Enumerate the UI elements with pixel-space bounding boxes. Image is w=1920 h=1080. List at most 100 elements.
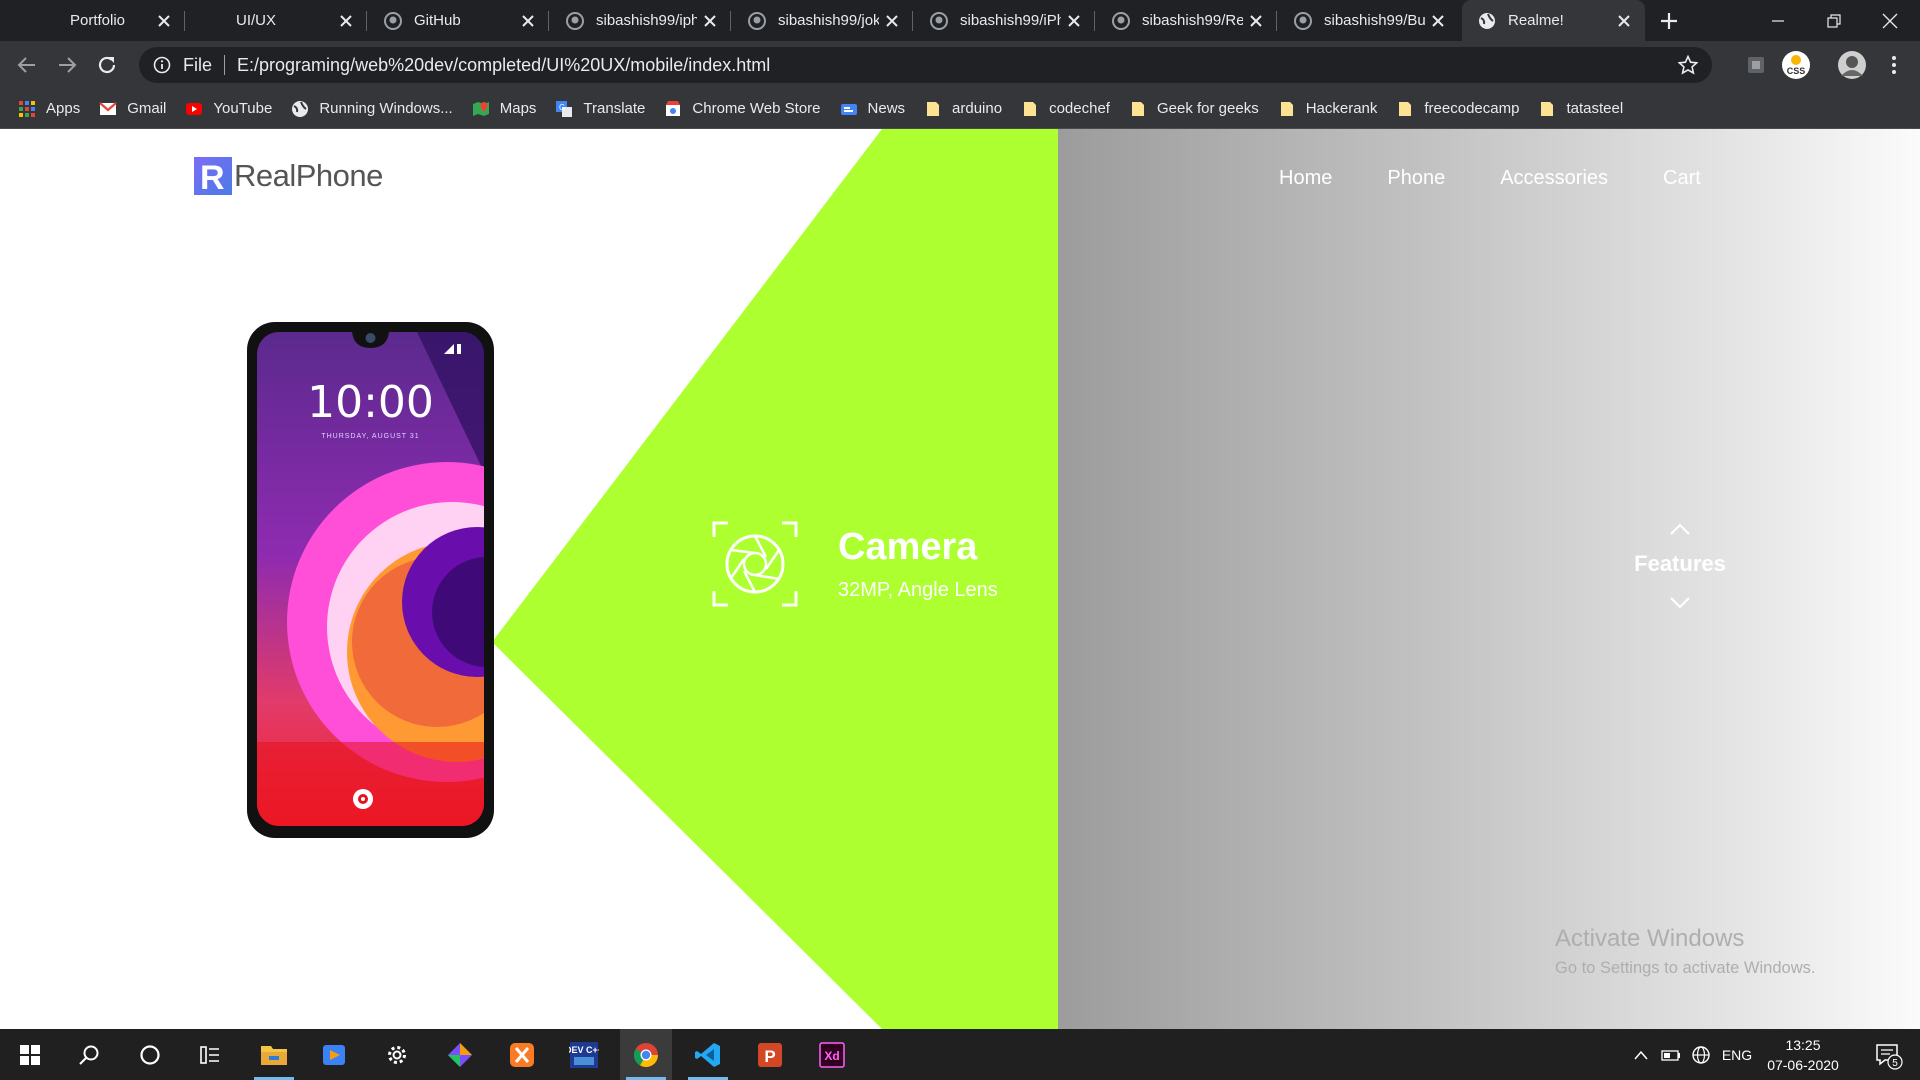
- bookmark-gmail[interactable]: Gmail: [99, 100, 166, 118]
- media-player-button[interactable]: [308, 1029, 360, 1080]
- bookmark-news[interactable]: News: [840, 100, 905, 118]
- gray-side-panel: [1058, 129, 1920, 1029]
- action-center-button[interactable]: 5: [1864, 1029, 1912, 1080]
- bookmark-youtube[interactable]: YouTube: [185, 100, 272, 118]
- chevron-up-icon[interactable]: [1668, 521, 1692, 537]
- bookmark-star-icon[interactable]: [1678, 55, 1698, 75]
- windows-taskbar: DEV C++ P Xd ENG 13:25 07-06-2020 5: [0, 1029, 1920, 1080]
- bookmark-running-windows[interactable]: Running Windows...: [291, 100, 453, 118]
- phone-clock: 10:00: [307, 377, 434, 428]
- folder-icon: [927, 101, 940, 116]
- css-badge-text: CSS: [1787, 66, 1806, 76]
- powerpoint-button[interactable]: P: [744, 1029, 796, 1080]
- close-icon[interactable]: [703, 14, 717, 28]
- clock-date: 07-06-2020: [1767, 1057, 1839, 1073]
- file-explorer-button[interactable]: [248, 1029, 300, 1080]
- github-icon: [930, 11, 948, 30]
- restore-icon: [1827, 13, 1841, 28]
- css-extension-button[interactable]: CSS: [1780, 49, 1812, 81]
- nav-phone-link[interactable]: Phone: [1387, 167, 1445, 190]
- language-indicator[interactable]: ENG: [1716, 1029, 1758, 1080]
- settings-button[interactable]: [371, 1029, 423, 1080]
- bookmark-label: arduino: [952, 100, 1003, 117]
- nav-home-link[interactable]: Home: [1279, 167, 1332, 190]
- bookmark-folder-arduino[interactable]: arduino: [924, 100, 1002, 118]
- bookmark-maps[interactable]: Maps: [472, 100, 537, 118]
- tab-repo-re[interactable]: sibashish99/Re: [1096, 0, 1277, 41]
- github-icon: [748, 11, 766, 30]
- bookmark-label: Hackerank: [1305, 100, 1378, 117]
- bookmark-label: tatasteel: [1566, 100, 1624, 117]
- tab-github[interactable]: GitHub: [368, 0, 549, 41]
- battery-button[interactable]: [1658, 1029, 1684, 1080]
- show-hidden-icons-button[interactable]: [1628, 1029, 1654, 1080]
- tab-repo-bu[interactable]: sibashish99/Bu: [1278, 0, 1459, 41]
- new-tab-icon[interactable]: [1656, 8, 1682, 34]
- close-icon[interactable]: [1431, 14, 1445, 28]
- bookmark-folder-codechef[interactable]: codechef: [1021, 100, 1110, 118]
- phone-image: 10:00 THURSDAY, AUGUST 31: [247, 322, 494, 838]
- close-icon[interactable]: [521, 14, 535, 28]
- reload-button[interactable]: [93, 51, 121, 79]
- close-icon[interactable]: [339, 14, 353, 28]
- bookmark-chrome-web-store[interactable]: Chrome Web Store: [664, 100, 821, 118]
- globe-icon: [1692, 1045, 1710, 1064]
- close-icon[interactable]: [1617, 14, 1631, 28]
- address-url[interactable]: E:/programing/web%20dev/completed/UI%20U…: [237, 55, 770, 76]
- tab-repo-iph2[interactable]: sibashish99/iPh: [914, 0, 1095, 41]
- extension-button[interactable]: [1740, 49, 1772, 81]
- bookmark-folder-geek-for-geeks[interactable]: Geek for geeks: [1129, 100, 1259, 118]
- xampp-button[interactable]: [496, 1029, 548, 1080]
- bookmark-apps[interactable]: Apps: [18, 100, 80, 118]
- forward-button[interactable]: [53, 51, 81, 79]
- git-client-button[interactable]: [434, 1029, 486, 1080]
- bookmark-folder-freecodecamp[interactable]: freecodecamp: [1396, 100, 1519, 118]
- bookmark-label: Maps: [499, 100, 537, 117]
- task-view-button[interactable]: [184, 1029, 236, 1080]
- windows-start-icon: [20, 1044, 40, 1065]
- back-button[interactable]: [13, 51, 41, 79]
- info-icon[interactable]: [153, 56, 171, 74]
- minimize-icon: [1772, 19, 1784, 22]
- nav-cart-link[interactable]: Cart: [1663, 167, 1701, 190]
- tab-label: Portfolio: [70, 12, 126, 29]
- bookmark-folder-tatasteel[interactable]: tatasteel: [1538, 100, 1623, 118]
- tab-portfolio[interactable]: Portfolio: [38, 0, 185, 41]
- adobe-xd-button[interactable]: Xd: [806, 1029, 858, 1080]
- xd-label: Xd: [824, 1049, 839, 1063]
- chevron-down-icon[interactable]: [1668, 595, 1692, 611]
- address-bar[interactable]: File E:/programing/web%20dev/completed/U…: [139, 47, 1712, 83]
- start-button[interactable]: [4, 1029, 56, 1080]
- search-button[interactable]: [63, 1029, 115, 1080]
- web-page: R RealPhone Home Phone Accessories Cart: [0, 129, 1920, 1029]
- devc-label: DEV C++: [569, 1045, 599, 1055]
- close-icon[interactable]: [1249, 14, 1263, 28]
- network-button[interactable]: [1688, 1029, 1714, 1080]
- close-icon[interactable]: [1067, 14, 1081, 28]
- nav-accessories-link[interactable]: Accessories: [1500, 167, 1608, 190]
- close-icon[interactable]: [885, 14, 899, 28]
- chrome-taskbar-button[interactable]: [620, 1029, 672, 1080]
- bookmark-folder-hackerank[interactable]: Hackerank: [1278, 100, 1378, 118]
- vscode-button[interactable]: [682, 1029, 734, 1080]
- features-switcher: Features: [1600, 521, 1760, 611]
- svg-text:G: G: [559, 103, 565, 112]
- system-clock[interactable]: 13:25 07-06-2020: [1755, 1035, 1851, 1075]
- features-label: Features: [1634, 551, 1726, 576]
- watermark-title: Activate Windows: [1555, 925, 1745, 952]
- close-icon[interactable]: [157, 14, 171, 28]
- restore-button[interactable]: [1806, 0, 1862, 41]
- site-logo[interactable]: R RealPhone: [194, 157, 383, 195]
- devc-button[interactable]: DEV C++: [558, 1029, 610, 1080]
- tab-repo-jok[interactable]: sibashish99/jok: [732, 0, 913, 41]
- minimize-button[interactable]: [1750, 0, 1806, 41]
- tab-label: GitHub: [414, 12, 461, 29]
- tab-realme[interactable]: Realme!: [1462, 0, 1645, 41]
- tab-repo-iph[interactable]: sibashish99/iph: [550, 0, 731, 41]
- window-close-button[interactable]: [1862, 0, 1918, 41]
- chrome-menu-button[interactable]: [1878, 49, 1910, 81]
- profile-button[interactable]: [1836, 49, 1868, 81]
- cortana-button[interactable]: [124, 1029, 176, 1080]
- bookmark-translate[interactable]: G Translate: [555, 100, 645, 118]
- tab-uiux[interactable]: UI/UX: [186, 0, 367, 41]
